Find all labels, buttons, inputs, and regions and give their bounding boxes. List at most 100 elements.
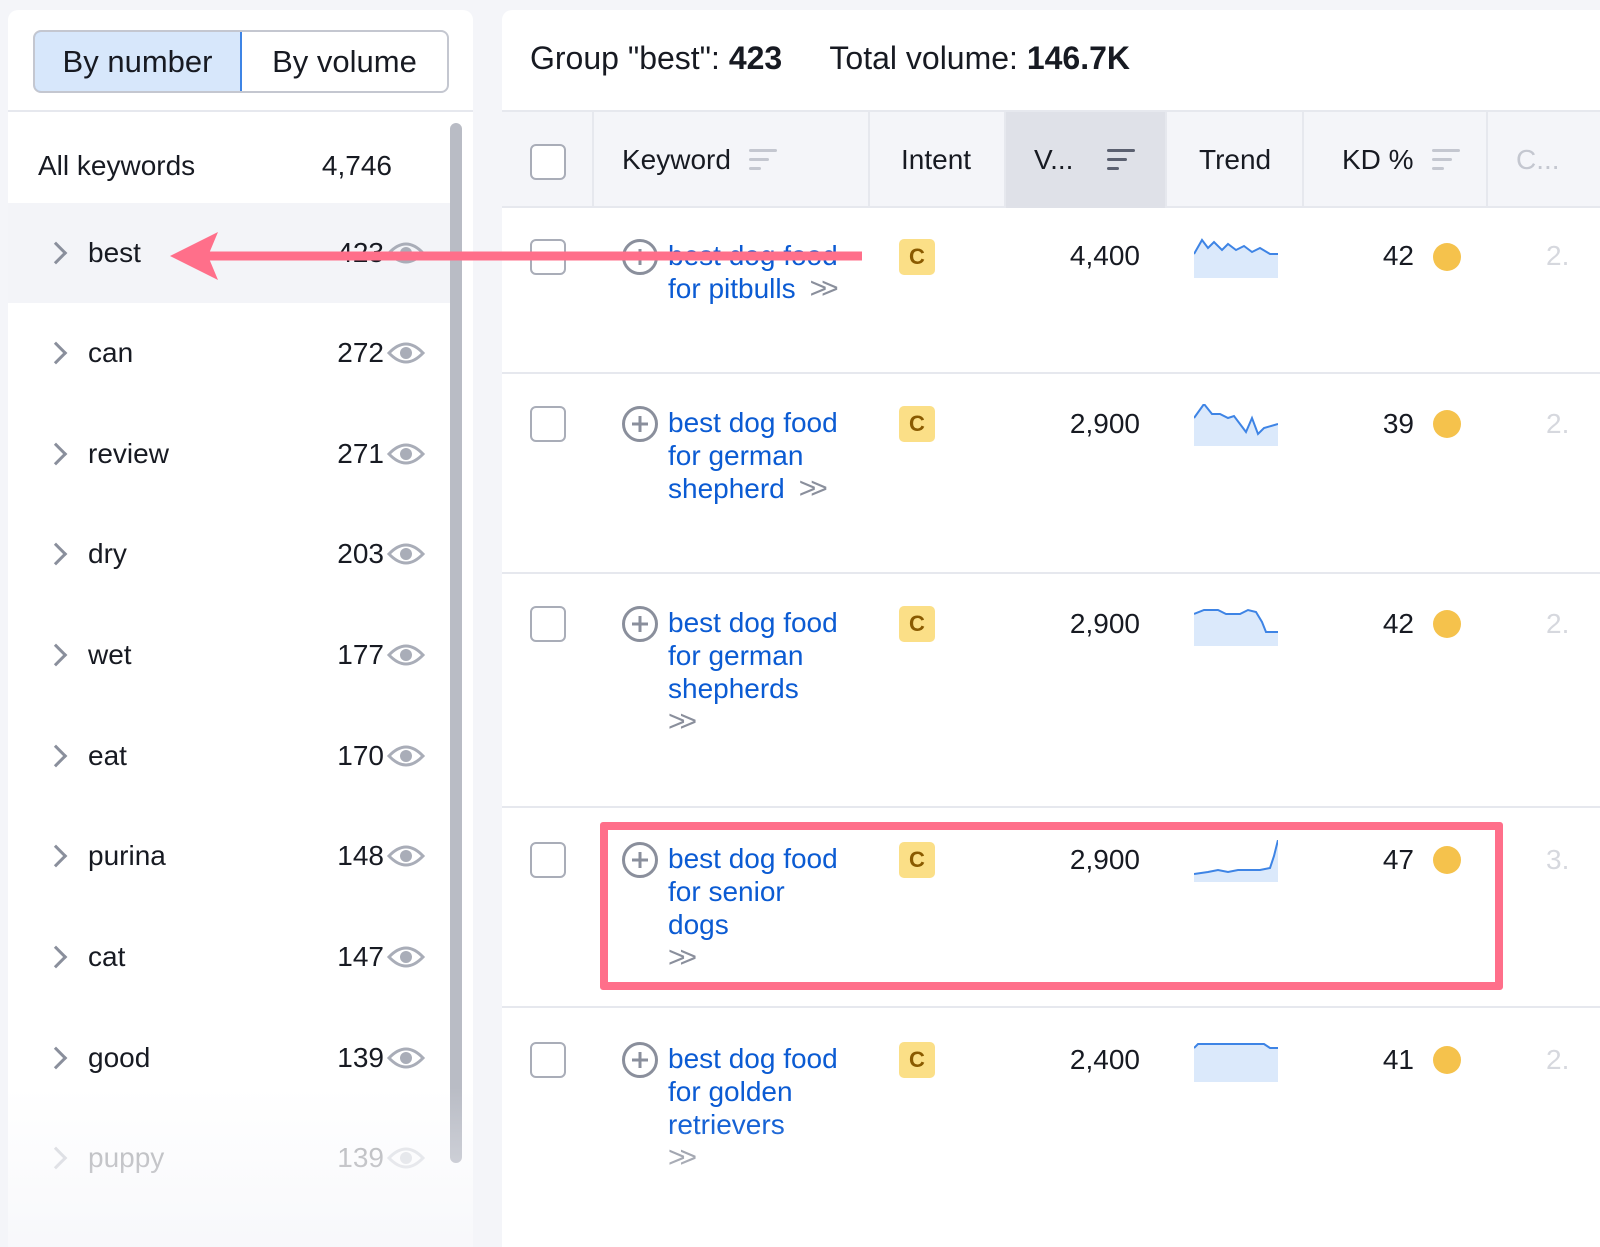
group-item-cat[interactable]: cat 147: [8, 907, 453, 1007]
chevron-right-icon[interactable]: [44, 945, 68, 969]
cpc-value: 2.: [1546, 608, 1570, 639]
chevron-right-icon[interactable]: [44, 341, 68, 365]
group-count: 272: [337, 337, 384, 368]
sort-toggle: By number By volume: [33, 30, 449, 93]
by-number-button[interactable]: By number: [35, 32, 242, 91]
eye-icon[interactable]: [387, 340, 425, 366]
add-keyword-icon[interactable]: [622, 1042, 658, 1078]
group-item-review[interactable]: review 271: [8, 404, 453, 504]
row-checkbox[interactable]: [530, 239, 566, 275]
eye-icon[interactable]: [387, 441, 425, 467]
group-item-puppy[interactable]: puppy 139: [8, 1108, 453, 1208]
group-item-purina[interactable]: purina 148: [8, 806, 453, 906]
chevron-right-icon[interactable]: [44, 744, 68, 768]
trend-sparkline: [1194, 608, 1278, 646]
keyword-link[interactable]: best dog food for golden retrievers >>: [668, 1042, 848, 1174]
sidebar-scrollbar[interactable]: [450, 123, 462, 1163]
chevron-right-icon[interactable]: [44, 1146, 68, 1170]
group-count: 148: [337, 840, 384, 871]
eye-icon[interactable]: [387, 843, 425, 869]
chevron-right-icon[interactable]: [44, 844, 68, 868]
group-name: best: [88, 237, 141, 268]
group-summary: Group "best": 423 Total volume: 146.7K: [530, 40, 1130, 77]
eye-icon[interactable]: [387, 743, 425, 769]
group-item-wet[interactable]: wet 177: [8, 605, 453, 705]
by-volume-button[interactable]: By volume: [242, 32, 447, 91]
group-item-best[interactable]: best 423: [8, 203, 453, 303]
cpc-value: 2.: [1546, 408, 1570, 439]
select-all-cell: [502, 112, 594, 208]
add-keyword-icon[interactable]: [622, 239, 658, 275]
add-keyword-icon[interactable]: [622, 606, 658, 642]
row-highlight-box: [600, 822, 1503, 990]
keyword-link[interactable]: best dog food for pitbulls >>: [668, 239, 848, 305]
volume-column-header[interactable]: V...: [1006, 112, 1167, 208]
keyword-header-label: Keyword: [622, 144, 731, 175]
cpc-header-label: C...: [1516, 144, 1560, 175]
keyword-link[interactable]: best dog food for german shepherd >>: [668, 406, 848, 505]
group-item-can[interactable]: can 272: [8, 303, 453, 403]
group-item-eat[interactable]: eat 170: [8, 706, 453, 806]
double-chevron-icon[interactable]: >>: [810, 272, 839, 305]
chevron-right-icon[interactable]: [44, 1046, 68, 1070]
table-row: best dog food for german shepherds >> C 2…: [502, 574, 1600, 808]
eye-icon[interactable]: [387, 1145, 425, 1171]
table-row: best dog food for golden retrievers >> C …: [502, 1008, 1600, 1247]
volume-value: 2,900: [1069, 408, 1140, 439]
total-volume-label: Total volume:: [829, 40, 1018, 76]
trend-column-header[interactable]: Trend: [1167, 112, 1304, 208]
kd-difficulty-dot: [1433, 610, 1461, 638]
eye-icon[interactable]: [387, 541, 425, 567]
group-count: 147: [337, 941, 384, 972]
double-chevron-icon[interactable]: >>: [799, 472, 828, 505]
all-keywords-count: 4,746: [321, 150, 392, 181]
group-name: can: [88, 337, 134, 368]
intent-badge: C: [899, 239, 935, 275]
intent-badge: C: [899, 1042, 935, 1078]
chevron-right-icon[interactable]: [44, 241, 68, 265]
eye-icon[interactable]: [387, 1045, 425, 1071]
row-checkbox[interactable]: [530, 606, 566, 642]
groups-panel: By number By volume All keywords 4,746 b…: [8, 10, 473, 1247]
volume-value: 2,400: [1069, 1044, 1140, 1075]
keyword-column-header[interactable]: Keyword: [594, 112, 870, 208]
group-name: cat: [88, 941, 126, 972]
chevron-right-icon[interactable]: [44, 643, 68, 667]
table-row: best dog food for german shepherd >> C 2,…: [502, 374, 1600, 574]
sort-icon[interactable]: [1107, 149, 1136, 171]
row-checkbox[interactable]: [530, 842, 566, 878]
cpc-column-header[interactable]: C...: [1488, 112, 1600, 208]
double-chevron-icon[interactable]: >>: [668, 1141, 697, 1174]
kd-value: 41: [1382, 1044, 1414, 1075]
trend-sparkline: [1194, 1043, 1278, 1082]
kd-difficulty-dot: [1433, 410, 1461, 438]
row-checkbox[interactable]: [530, 1042, 566, 1078]
group-name: puppy: [88, 1142, 165, 1173]
group-item-dry[interactable]: dry 203: [8, 504, 453, 604]
select-all-checkbox[interactable]: [530, 144, 566, 180]
kd-difficulty-dot: [1433, 1046, 1461, 1074]
group-name: good: [88, 1042, 151, 1073]
eye-icon[interactable]: [387, 944, 425, 970]
intent-badge: C: [899, 406, 935, 442]
add-keyword-icon[interactable]: [622, 406, 658, 442]
eye-icon[interactable]: [387, 642, 425, 668]
chevron-right-icon[interactable]: [44, 542, 68, 566]
table-header: Keyword Intent V... Trend KD % C...: [502, 110, 1600, 208]
group-item-good[interactable]: good 139: [8, 1008, 453, 1108]
group-name: dry: [88, 538, 127, 569]
double-chevron-icon[interactable]: >>: [668, 705, 697, 738]
kd-column-header[interactable]: KD %: [1304, 112, 1488, 208]
all-keywords-row[interactable]: All keywords 4,746: [8, 120, 473, 212]
intent-column-header[interactable]: Intent: [870, 112, 1006, 208]
intent-badge: C: [899, 606, 935, 642]
eye-icon[interactable]: [387, 240, 425, 266]
chevron-right-icon[interactable]: [44, 442, 68, 466]
cpc-value: 3.: [1546, 844, 1570, 875]
row-checkbox[interactable]: [530, 406, 566, 442]
keyword-link[interactable]: best dog food for german shepherds >>: [668, 606, 848, 738]
trend-sparkline: [1194, 238, 1278, 278]
sort-icon[interactable]: [748, 149, 777, 171]
sort-icon[interactable]: [1431, 149, 1460, 171]
total-volume-value: 146.7K: [1026, 40, 1131, 76]
